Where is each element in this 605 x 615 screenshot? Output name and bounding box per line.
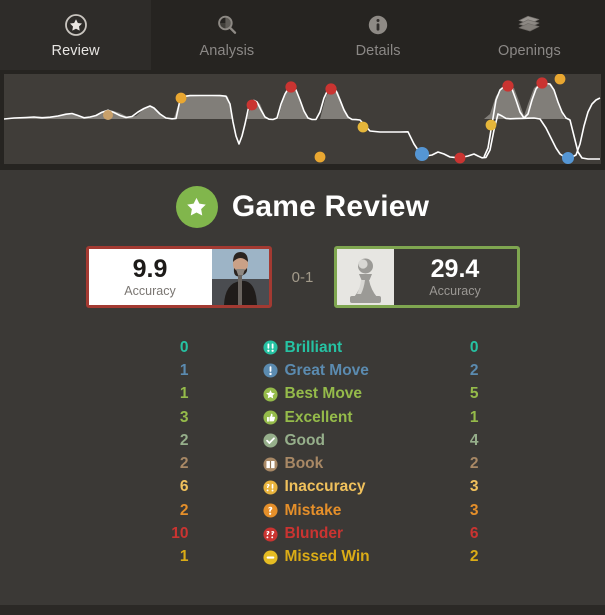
- blunder-white-count: 10: [171, 525, 189, 543]
- table-row[interactable]: 10 Blunder 6: [127, 522, 479, 545]
- accuracy-row: 9.9 Accuracy 0-1 29.4 Accuracy: [85, 246, 520, 308]
- page-title-label: Game Review: [231, 190, 430, 223]
- brilliant-icon: [262, 340, 278, 355]
- table-row[interactable]: 3 Excellent 1: [127, 406, 479, 429]
- black-accuracy-body: 29.4 Accuracy: [394, 249, 517, 305]
- tab-analysis-label: Analysis: [199, 42, 255, 59]
- table-row[interactable]: 0 Brilliant 0: [127, 336, 479, 359]
- great-move-white-count: 1: [179, 361, 189, 379]
- excellent-black-count: 1: [469, 408, 479, 426]
- white-accuracy-label: Accuracy: [124, 283, 176, 298]
- book-black-count: 2: [469, 455, 479, 473]
- tab-openings[interactable]: Openings: [453, 0, 605, 70]
- book-label: Book: [284, 455, 324, 473]
- best-move-label: Best Move: [284, 385, 363, 403]
- mistake-black-count: 3: [469, 501, 479, 519]
- white-accuracy-body: 9.9 Accuracy: [89, 249, 212, 305]
- excellent-white-count: 3: [179, 408, 189, 426]
- info-circle-icon: [365, 12, 391, 38]
- tab-details[interactable]: Details: [302, 0, 454, 70]
- book-white-count: 2: [179, 455, 189, 473]
- game-review-panel: Review Analysis Details Openings Game Re…: [0, 0, 605, 615]
- book-stack-icon: [516, 12, 542, 38]
- bottom-strip: [0, 605, 605, 615]
- evaluation-graph[interactable]: [4, 74, 601, 164]
- review-content: Game Review 9.9 Accuracy 0-1 29.4 Accura…: [0, 170, 605, 605]
- brilliant-white-count: 0: [179, 338, 189, 356]
- tab-bar: Review Analysis Details Openings: [0, 0, 605, 70]
- good-black-count: 4: [469, 431, 479, 449]
- table-row[interactable]: 1 Best Move 5: [127, 383, 479, 406]
- table-row[interactable]: 1 Great Move 2: [127, 359, 479, 382]
- missed-win-white-count: 1: [179, 548, 189, 566]
- star-icon: [175, 186, 218, 228]
- good-label: Good: [284, 431, 325, 449]
- blunder-black-count: 6: [469, 525, 479, 543]
- excellent-icon: [262, 410, 278, 425]
- mistake-label: Mistake: [284, 501, 342, 519]
- tab-openings-label: Openings: [497, 42, 561, 59]
- table-row[interactable]: 6 Inaccuracy 3: [127, 476, 479, 499]
- pawn-avatar[interactable]: [336, 249, 394, 305]
- eval-graph-container: [0, 70, 605, 170]
- book-icon: [262, 457, 278, 472]
- mistake-icon: [262, 503, 278, 518]
- brilliant-label: Brilliant: [284, 338, 343, 356]
- missed-win-black-count: 2: [469, 548, 479, 566]
- missed-win-label: Missed Win: [284, 548, 370, 566]
- black-accuracy-card[interactable]: 29.4 Accuracy: [333, 246, 520, 308]
- great-move-black-count: 2: [469, 361, 479, 379]
- good-white-count: 2: [179, 431, 189, 449]
- page-title: Game Review: [175, 186, 430, 228]
- table-row[interactable]: 2 Book 2: [127, 452, 479, 475]
- white-accuracy-card[interactable]: 9.9 Accuracy: [85, 246, 272, 308]
- inaccuracy-label: Inaccuracy: [284, 478, 366, 496]
- blunder-label: Blunder: [284, 525, 344, 543]
- best-move-icon: [262, 387, 278, 402]
- inaccuracy-black-count: 3: [469, 478, 479, 496]
- table-row[interactable]: 2 Good 4: [127, 429, 479, 452]
- black-accuracy-value: 29.4: [430, 255, 480, 284]
- move-classification-table: 0 Brilliant 0 1 Great Move 2 1 Best Move…: [127, 336, 479, 569]
- tab-details-label: Details: [355, 42, 401, 59]
- mistake-white-count: 2: [179, 501, 189, 519]
- star-circle-icon: [63, 12, 89, 38]
- player-photo-avatar[interactable]: [211, 249, 269, 305]
- game-score: 0-1: [291, 268, 314, 286]
- table-row[interactable]: 2 Mistake 3: [127, 499, 479, 522]
- black-accuracy-label: Accuracy: [429, 283, 481, 298]
- excellent-label: Excellent: [284, 408, 353, 426]
- best-move-white-count: 1: [179, 385, 189, 403]
- tab-analysis[interactable]: Analysis: [151, 0, 303, 70]
- best-move-black-count: 5: [469, 385, 479, 403]
- missed-win-icon: [262, 550, 278, 565]
- inaccuracy-white-count: 6: [179, 478, 189, 496]
- great-move-label: Great Move: [284, 361, 369, 379]
- tab-review-label: Review: [51, 42, 100, 59]
- great-move-icon: [262, 363, 278, 378]
- table-row[interactable]: 1 Missed Win 2: [127, 546, 479, 569]
- blunder-icon: [262, 526, 278, 542]
- brilliant-black-count: 0: [469, 338, 479, 356]
- tab-review[interactable]: Review: [0, 0, 152, 70]
- white-accuracy-value: 9.9: [132, 255, 168, 284]
- good-icon: [262, 433, 278, 448]
- magnifier-board-icon: [214, 12, 240, 38]
- inaccuracy-icon: [262, 480, 278, 495]
